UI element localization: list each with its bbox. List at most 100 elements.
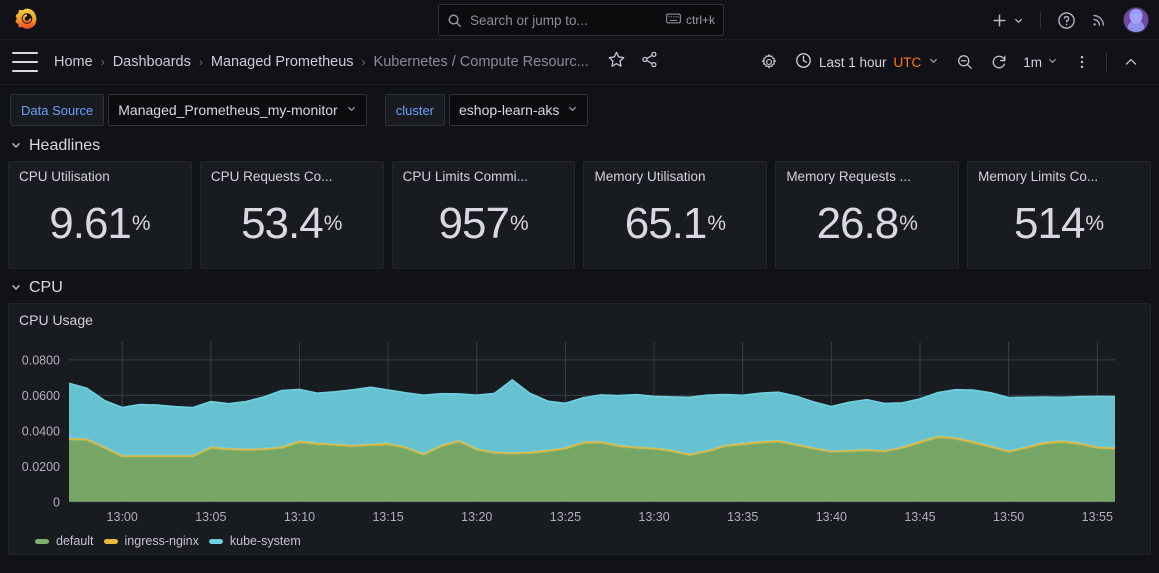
variable-cluster-value: eshop-learn-aks xyxy=(459,102,559,118)
chevron-up-icon xyxy=(1122,53,1140,71)
help-button[interactable] xyxy=(1052,6,1081,34)
keyboard-icon xyxy=(666,13,681,27)
legend-swatch xyxy=(209,539,223,544)
search-icon xyxy=(447,13,462,28)
cpu-usage-area-chart: 00.02000.04000.06000.080013:0013:0513:10… xyxy=(9,330,1150,530)
x-axis-tick-label: 13:50 xyxy=(993,510,1024,524)
stat-panel-value-wrap: 957 % xyxy=(403,184,565,264)
legend-item-kube-system[interactable]: kube-system xyxy=(209,534,301,548)
breadcrumb-item-home[interactable]: Home xyxy=(54,54,93,70)
stat-panel-memory-utilisation[interactable]: Memory Utilisation 65.1 % xyxy=(583,161,767,269)
rss-icon xyxy=(1090,11,1108,29)
stat-panel-memory-requests-commitment[interactable]: Memory Requests ... 26.8 % xyxy=(775,161,959,269)
stat-panel-title: CPU Limits Commi... xyxy=(403,169,565,184)
legend-label: kube-system xyxy=(230,534,301,548)
time-controls: Last 1 hour UTC 1m xyxy=(753,47,1147,77)
breadcrumb-item-current-dashboard[interactable]: Kubernetes / Compute Resourc... xyxy=(374,54,589,70)
zoom-out-time-range-button[interactable] xyxy=(949,47,981,77)
y-axis-tick-label: 0.0200 xyxy=(22,460,60,474)
stat-panel-unit: % xyxy=(1085,212,1104,236)
variable-datasource-value: Managed_Prometheus_my-monitor xyxy=(118,102,337,118)
section-header-headlines[interactable]: Headlines xyxy=(0,133,1159,161)
variable-datasource-select[interactable]: Managed_Prometheus_my-monitor xyxy=(108,94,366,126)
stat-panel-value-wrap: 26.8 % xyxy=(786,184,948,264)
stat-panel-cpu-requests-commitment[interactable]: CPU Requests Co... 53.4 % xyxy=(200,161,384,269)
x-axis-tick-label: 13:30 xyxy=(638,510,669,524)
time-range-label: Last 1 hour xyxy=(819,55,887,70)
stat-panel-value: 53.4 xyxy=(241,202,323,246)
dashboard-settings-button[interactable] xyxy=(753,47,785,77)
dashboard-toolbar: Home › Dashboards › Managed Prometheus ›… xyxy=(0,40,1159,85)
stat-panel-value: 514 xyxy=(1014,202,1084,246)
variable-datasource-label: Data Source xyxy=(10,94,104,126)
top-bar-actions xyxy=(986,0,1149,40)
timeseries-panel-cpu-usage[interactable]: CPU Usage 00.02000.04000.06000.080013:00… xyxy=(8,303,1151,555)
stat-panel-cpu-utilisation[interactable]: CPU Utilisation 9.61 % xyxy=(8,161,192,269)
user-avatar[interactable] xyxy=(1123,7,1149,33)
breadcrumb: Home › Dashboards › Managed Prometheus ›… xyxy=(54,54,589,70)
refresh-dashboard-button[interactable] xyxy=(983,47,1015,77)
y-axis-tick-label: 0.0600 xyxy=(22,389,60,403)
variable-cluster-label: cluster xyxy=(385,94,445,126)
chevron-down-icon xyxy=(10,281,22,296)
share-nodes-icon[interactable] xyxy=(640,50,659,74)
template-variables-row: Data Source Managed_Prometheus_my-monito… xyxy=(0,85,1159,133)
news-button[interactable] xyxy=(1085,6,1113,34)
y-axis-tick-label: 0.0800 xyxy=(22,353,60,367)
stat-panel-value: 9.61 xyxy=(49,202,131,246)
grafana-logo-icon[interactable] xyxy=(14,7,40,33)
zoom-out-icon xyxy=(956,53,974,71)
breadcrumb-separator: › xyxy=(101,55,105,69)
hamburger-menu-icon[interactable] xyxy=(12,52,38,72)
stat-panel-value: 65.1 xyxy=(625,202,707,246)
stat-panel-value-wrap: 53.4 % xyxy=(211,184,373,264)
clock-icon xyxy=(795,52,812,72)
breadcrumb-separator: › xyxy=(199,55,203,69)
x-axis-tick-label: 13:35 xyxy=(727,510,758,524)
more-options-button[interactable] xyxy=(1066,47,1098,77)
variable-cluster: cluster eshop-learn-aks xyxy=(385,94,589,126)
x-axis-tick-label: 13:10 xyxy=(284,510,315,524)
x-axis-tick-label: 13:05 xyxy=(195,510,226,524)
stat-panel-title: CPU Requests Co... xyxy=(211,169,373,184)
toolbar-divider xyxy=(1040,11,1041,29)
search-shortcut-label: ctrl+k xyxy=(686,13,715,27)
stat-panel-memory-limits-commitment[interactable]: Memory Limits Co... 514 % xyxy=(967,161,1151,269)
chevron-down-icon xyxy=(928,55,939,69)
legend-item-ingress-nginx[interactable]: ingress-nginx xyxy=(104,534,199,548)
section-title-cpu: CPU xyxy=(29,279,63,297)
collapse-toolbar-button[interactable] xyxy=(1115,47,1147,77)
variable-cluster-select[interactable]: eshop-learn-aks xyxy=(449,94,588,126)
chart-legend: default ingress-nginx kube-system xyxy=(9,530,1150,554)
x-axis-tick-label: 13:40 xyxy=(816,510,847,524)
chevron-down-icon xyxy=(567,103,578,117)
stat-panel-unit: % xyxy=(510,212,529,236)
x-axis-tick-label: 13:55 xyxy=(1082,510,1113,524)
gear-icon xyxy=(760,53,778,71)
breadcrumb-item-managed-prometheus[interactable]: Managed Prometheus xyxy=(211,54,354,70)
section-header-cpu[interactable]: CPU xyxy=(0,269,1159,303)
panel-title-cpu-usage: CPU Usage xyxy=(9,304,1150,330)
legend-item-default[interactable]: default xyxy=(35,534,94,548)
x-axis-tick-label: 13:45 xyxy=(904,510,935,524)
stat-panel-value: 957 xyxy=(439,202,509,246)
breadcrumb-item-dashboards[interactable]: Dashboards xyxy=(113,54,191,70)
star-outline-icon[interactable] xyxy=(607,50,626,74)
stat-panel-title: Memory Limits Co... xyxy=(978,169,1140,184)
toolbar-divider xyxy=(1106,52,1107,72)
question-circle-icon xyxy=(1057,11,1076,30)
chevron-down-icon xyxy=(346,103,357,117)
stat-panel-value: 26.8 xyxy=(817,202,899,246)
stat-panel-cpu-limits-commitment[interactable]: CPU Limits Commi... 957 % xyxy=(392,161,576,269)
stat-panel-value-wrap: 514 % xyxy=(978,184,1140,264)
timezone-label: UTC xyxy=(893,55,921,70)
kebab-menu-icon xyxy=(1073,53,1091,71)
refresh-interval-picker[interactable]: 1m xyxy=(1017,55,1064,70)
chart-plot-area[interactable]: 00.02000.04000.06000.080013:0013:0513:10… xyxy=(9,330,1150,530)
refresh-icon xyxy=(990,53,1008,71)
stat-panel-value-wrap: 9.61 % xyxy=(19,184,181,264)
legend-label: ingress-nginx xyxy=(125,534,199,548)
new-button[interactable] xyxy=(986,6,1029,34)
search-input[interactable]: Search or jump to... ctrl+k xyxy=(438,4,724,36)
time-range-picker[interactable]: Last 1 hour UTC xyxy=(787,47,947,77)
